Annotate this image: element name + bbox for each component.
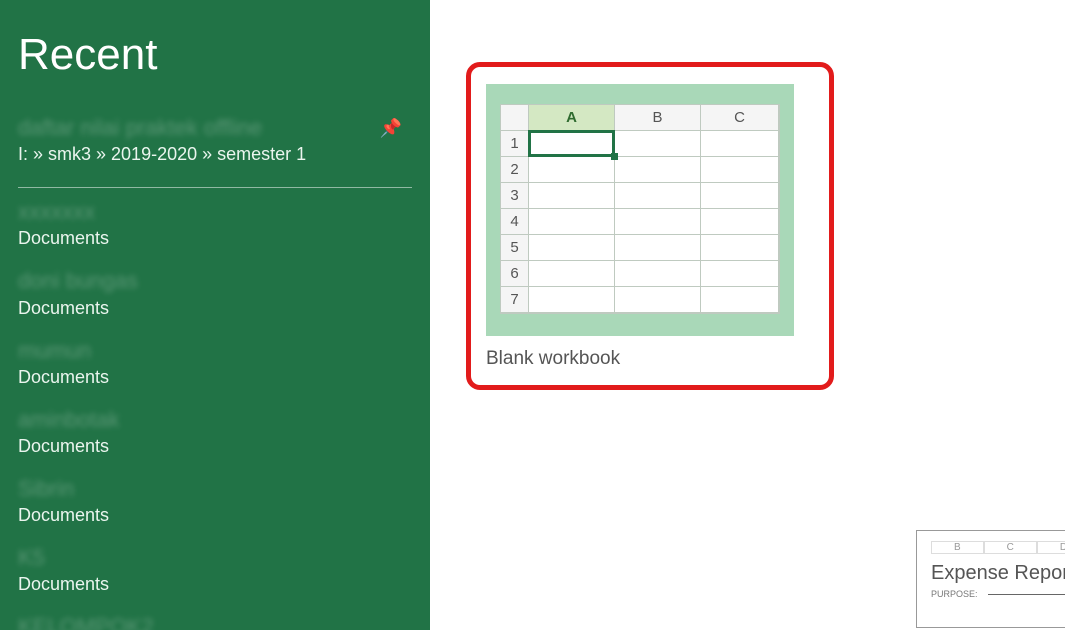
recent-file-title: doni bungas: [18, 269, 412, 293]
recent-file-title: xxxxxxx: [18, 200, 412, 224]
template-label: Blank workbook: [486, 348, 794, 370]
recent-file-item[interactable]: KELOMPOK2 Documents: [18, 609, 412, 630]
recent-file-path: I: » smk3 » 2019-2020 » semester 1: [18, 144, 412, 165]
recent-file-path: Documents: [18, 298, 412, 319]
recent-file-title: Sibrin: [18, 477, 412, 501]
pin-icon[interactable]: 📌: [380, 118, 402, 139]
recent-file-title: daftar nilai praktek offline: [18, 116, 412, 140]
excel-start-screen: Recent daftar nilai praktek offline I: »…: [0, 0, 1065, 630]
template-expense-report[interactable]: BCD Expense Report PURPOSE:: [916, 530, 1065, 628]
recent-file-item[interactable]: mumun Documents: [18, 333, 412, 402]
recent-file-item[interactable]: daftar nilai praktek offline I: » smk3 »…: [18, 110, 412, 188]
recent-heading: Recent: [18, 30, 412, 80]
recent-file-path: Documents: [18, 367, 412, 388]
blank-grid-preview: A B C 1 2 3 4 5 6 7: [500, 104, 780, 314]
recent-file-path: Documents: [18, 505, 412, 526]
recent-file-title: aminbotak: [18, 408, 412, 432]
template-thumbnail: BCD Expense Report PURPOSE:: [916, 530, 1065, 628]
expense-title: Expense Report: [931, 562, 1065, 585]
template-gallery: A B C 1 2 3 4 5 6 7 Blank workbook: [430, 0, 1065, 630]
recent-sidebar: Recent daftar nilai praktek offline I: »…: [0, 0, 430, 630]
recent-file-item[interactable]: Sibrin Documents: [18, 471, 412, 540]
recent-file-title: K5: [18, 546, 412, 570]
template-thumbnail: A B C 1 2 3 4 5 6 7: [486, 84, 794, 336]
recent-file-item[interactable]: xxxxxxx Documents: [18, 194, 412, 263]
recent-file-item[interactable]: aminbotak Documents: [18, 402, 412, 471]
template-blank-workbook[interactable]: A B C 1 2 3 4 5 6 7 Blank workbook: [486, 84, 794, 370]
recent-file-path: Documents: [18, 574, 412, 595]
recent-file-title: mumun: [18, 339, 412, 363]
recent-file-title: KELOMPOK2: [18, 615, 412, 630]
recent-file-path: Documents: [18, 436, 412, 457]
recent-file-item[interactable]: doni bungas Documents: [18, 263, 412, 332]
recent-file-item[interactable]: K5 Documents: [18, 540, 412, 609]
recent-file-path: Documents: [18, 228, 412, 249]
